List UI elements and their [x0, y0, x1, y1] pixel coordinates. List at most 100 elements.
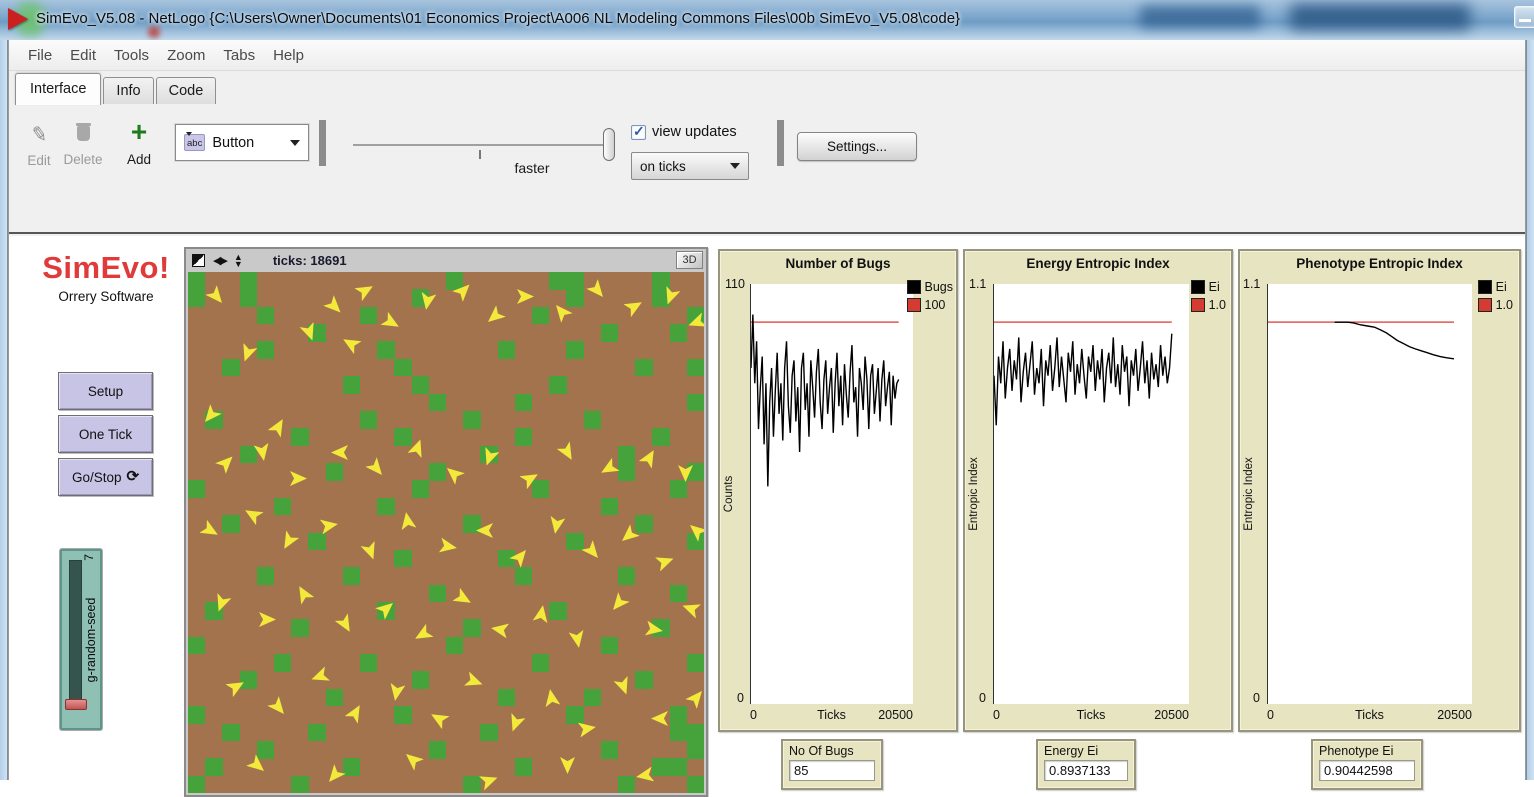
plot-legend: Ei 1.0	[1478, 280, 1513, 312]
bug-turtle	[200, 520, 222, 541]
legend-label: 100	[925, 298, 946, 312]
grass-patch	[412, 376, 429, 394]
bug-turtle	[339, 332, 361, 353]
tab-code[interactable]: Code	[156, 77, 217, 105]
world-canvas[interactable]	[188, 272, 704, 793]
legend-label: Bugs	[925, 280, 954, 294]
grass-patch	[240, 671, 257, 689]
view-updates-checkbox[interactable]: ✓	[631, 125, 646, 140]
grass-patch	[377, 341, 394, 359]
grass-patch	[618, 567, 635, 585]
grass-patch	[463, 776, 480, 793]
setup-button[interactable]: Setup	[58, 372, 153, 410]
tab-info[interactable]: Info	[103, 77, 153, 105]
bug-turtle	[241, 504, 263, 525]
world-view-header: ◀▶ ▲▼ ticks: 18691 3D	[186, 249, 706, 272]
settings-button[interactable]: Settings...	[797, 132, 917, 161]
resize-corner-icon[interactable]	[192, 254, 205, 267]
window-title: SimEvo_V5.08 - NetLogo {C:\Users\Owner\D…	[36, 10, 960, 27]
monitor-value: 85	[789, 760, 875, 781]
y-axis-min-label: 0	[979, 691, 986, 705]
plot-phenotype-entropic-index: Phenotype Entropic Index 1.1 0 Entropic …	[1238, 249, 1521, 732]
go-stop-button[interactable]: Go/Stop ⟳	[58, 458, 153, 496]
menu-tabs[interactable]: Tabs	[214, 43, 264, 68]
grass-patch	[549, 376, 566, 394]
menu-edit[interactable]: Edit	[61, 43, 105, 68]
grass-patch	[687, 741, 704, 759]
go-stop-button-label: Go/Stop	[72, 470, 122, 485]
bug-turtle	[278, 530, 299, 552]
monitor-label: No Of Bugs	[789, 744, 875, 758]
legend-swatch	[907, 280, 921, 294]
grass-patch	[274, 654, 291, 672]
grass-patch	[670, 724, 687, 742]
grass-patch	[222, 359, 239, 377]
setup-button-label: Setup	[88, 384, 123, 399]
grass-patch	[188, 637, 205, 655]
menu-tools[interactable]: Tools	[105, 43, 158, 68]
add-widget-button[interactable]: + Add	[117, 122, 161, 167]
view-3d-button[interactable]: 3D	[676, 251, 703, 269]
grass-patch	[343, 758, 360, 776]
update-mode-dropdown[interactable]: on ticks	[631, 152, 749, 180]
background-blur-blob	[1290, 4, 1470, 30]
edit-widget-button[interactable]: ✎ Edit	[17, 122, 61, 168]
monitor-value: 0.90442598	[1319, 760, 1415, 781]
interface-canvas: SimEvo! Orrery Software Setup One Tick G…	[9, 236, 1525, 780]
menu-help[interactable]: Help	[264, 43, 313, 68]
slider-handle[interactable]	[65, 699, 87, 710]
grass-patch	[394, 428, 411, 446]
grass-patch	[670, 758, 687, 776]
one-tick-button[interactable]: One Tick	[58, 415, 153, 453]
menu-zoom[interactable]: Zoom	[158, 43, 214, 68]
grass-patch	[532, 307, 549, 325]
speed-slider-handle[interactable]	[603, 128, 615, 161]
grass-patch	[566, 706, 583, 724]
plot-title: Energy Entropic Index	[965, 256, 1231, 271]
grass-patch	[222, 515, 239, 533]
grass-patch	[188, 289, 205, 307]
y-axis-max-label: 1.1	[1243, 277, 1260, 291]
grass-patch	[532, 654, 549, 672]
grass-patch	[446, 272, 463, 290]
plot-area	[750, 284, 913, 704]
delete-widget-button[interactable]: Delete	[61, 122, 105, 167]
legend-label: Ei	[1496, 280, 1507, 294]
menu-file[interactable]: File	[19, 43, 61, 68]
tab-interface[interactable]: Interface	[15, 73, 101, 105]
grass-patch	[308, 533, 325, 551]
y-axis-title: Entropic Index	[1243, 457, 1255, 531]
bug-turtle	[355, 280, 377, 301]
grass-patch	[429, 585, 446, 603]
one-tick-button-label: One Tick	[79, 427, 132, 442]
horizontal-arrows-icon[interactable]: ◀▶	[213, 254, 226, 267]
window-body: File Edit Tools Zoom Tabs Help Interface…	[8, 40, 1526, 780]
grass-patch	[257, 341, 274, 359]
grass-patch	[566, 289, 583, 307]
plot-title: Number of Bugs	[720, 256, 956, 271]
bug-turtle	[479, 771, 500, 791]
bug-turtle	[597, 457, 619, 478]
grass-patch	[429, 463, 446, 481]
speed-slider-track[interactable]	[353, 144, 615, 146]
widget-type-dropdown[interactable]: abc Button	[175, 124, 309, 161]
grass-patch	[566, 341, 583, 359]
slider-track	[69, 560, 82, 700]
grass-patch	[687, 654, 704, 672]
minimize-button[interactable]	[1514, 6, 1534, 28]
legend-swatch	[1478, 280, 1492, 294]
grass-patch	[670, 585, 687, 603]
bug-turtle	[401, 749, 424, 771]
vertical-arrows-icon[interactable]: ▲▼	[234, 254, 243, 267]
toolbar-separator	[319, 120, 326, 166]
grass-patch	[360, 307, 377, 325]
grass-patch	[601, 637, 618, 655]
monitor-no-of-bugs: No Of Bugs 85	[781, 739, 883, 790]
grass-patch	[360, 654, 377, 672]
grass-patch	[515, 428, 532, 446]
grass-patch	[618, 446, 635, 464]
random-seed-slider[interactable]: g-random-seed 7	[60, 549, 102, 730]
grass-patch	[652, 758, 669, 776]
y-axis-min-label: 0	[737, 691, 744, 705]
grass-patch	[584, 689, 601, 707]
